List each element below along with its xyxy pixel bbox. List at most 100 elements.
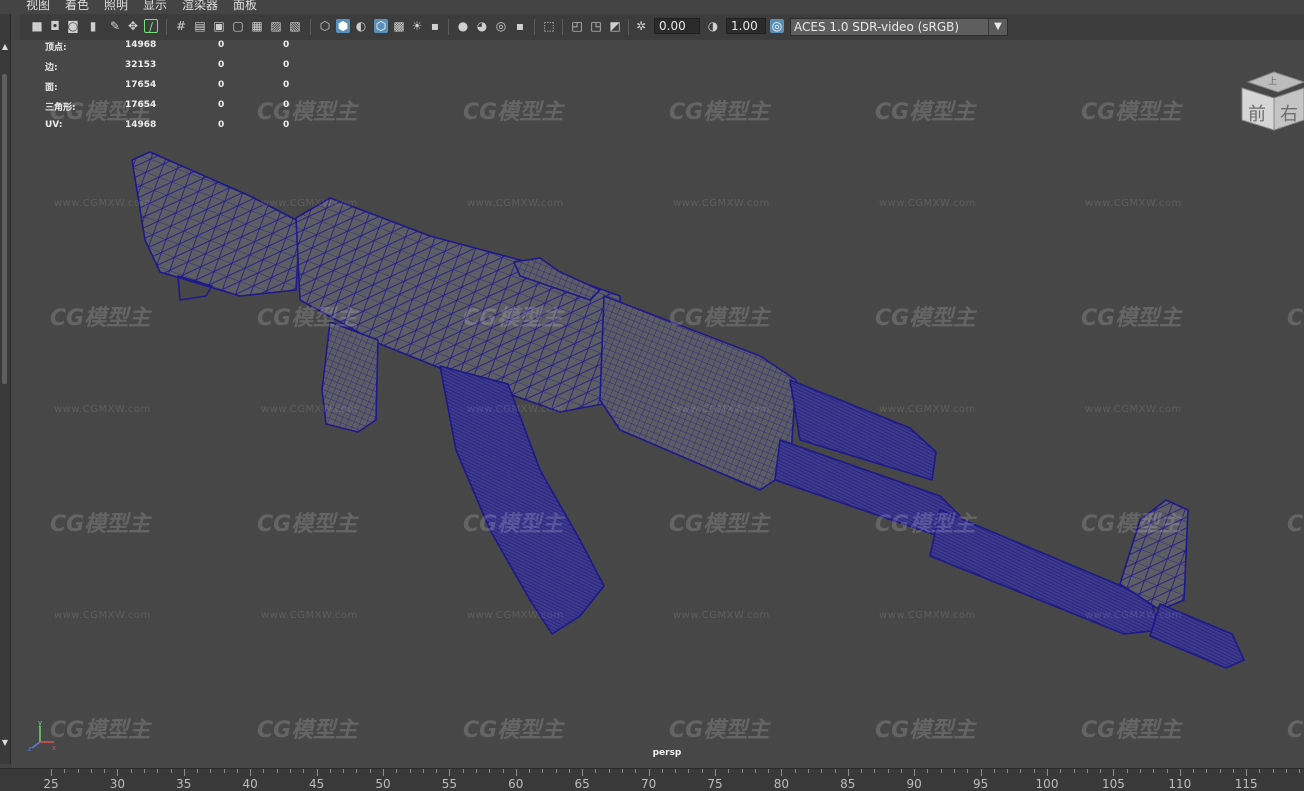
safe-action-icon[interactable]: ▨ bbox=[269, 19, 283, 33]
timeline-tick bbox=[1007, 769, 1009, 773]
timeline-tick bbox=[343, 769, 345, 773]
depth-of-field-icon[interactable]: ▪ bbox=[513, 19, 527, 33]
timeline-tick bbox=[1179, 769, 1181, 776]
grid-icon[interactable]: # bbox=[174, 19, 188, 33]
menu-show[interactable]: 显示 bbox=[143, 0, 167, 12]
hud-value: 0 bbox=[218, 60, 225, 70]
timeline-tick bbox=[781, 769, 783, 776]
timeline-tick bbox=[77, 769, 79, 773]
timeline-tick bbox=[436, 769, 438, 773]
color-space-dropdown[interactable]: ACES 1.0 SDR-video (sRGB) ▼ bbox=[790, 18, 1008, 36]
default-material-icon[interactable]: ◐ bbox=[354, 19, 368, 33]
wireframe-icon[interactable]: ⬡ bbox=[318, 19, 332, 33]
timeline-tick-label: 70 bbox=[640, 777, 657, 791]
axis-x-label: x bbox=[52, 744, 56, 752]
timeline-tick bbox=[927, 769, 929, 773]
exposure-icon[interactable]: ✲ bbox=[634, 19, 648, 33]
grease-pencil-icon[interactable]: ✎ bbox=[108, 19, 122, 33]
timeline-tick bbox=[1020, 769, 1022, 773]
timeline-tick bbox=[794, 769, 796, 773]
ak47-wireframe-model[interactable] bbox=[12, 40, 1304, 768]
safe-title-icon[interactable]: ▧ bbox=[288, 19, 302, 33]
timeline-tick bbox=[210, 769, 212, 773]
view-cube-icon[interactable]: 上 前 右 bbox=[1238, 68, 1304, 134]
anti-aliasing-icon[interactable]: ◎ bbox=[494, 19, 508, 33]
hud-value: 17654 bbox=[125, 80, 157, 90]
timeline-tick bbox=[422, 769, 424, 773]
xray-joints-icon[interactable]: ◳ bbox=[589, 19, 603, 33]
menu-renderer[interactable]: 渲染器 bbox=[182, 0, 218, 12]
motion-blur-icon[interactable]: ◕ bbox=[475, 19, 489, 33]
field-chart-icon[interactable]: ▦ bbox=[250, 19, 264, 33]
timeline-tick bbox=[263, 769, 265, 773]
hud-label: UV: bbox=[45, 120, 63, 130]
shadows-icon[interactable]: ▪ bbox=[428, 19, 442, 33]
hud-value: 0 bbox=[218, 120, 225, 130]
timeline-tick bbox=[741, 769, 743, 773]
timeline-tick-label: 30 bbox=[109, 777, 126, 791]
viewport-3d[interactable]: 顶点: 14968 0 0 边: 32153 0 0 面: 17654 0 0 三角形: 17654 0 0 U… bbox=[12, 40, 1304, 768]
scroll-up-icon[interactable]: ▲ bbox=[0, 42, 10, 51]
timeline-tick bbox=[104, 769, 106, 773]
time-slider[interactable]: 25 30 35 40 45 50 55 60 65 70 75 80 85 90 95 100 105 110 1… bbox=[0, 768, 1304, 791]
timeline-tick bbox=[130, 769, 132, 773]
hud-value: 0 bbox=[218, 80, 225, 90]
camera-select-icon[interactable]: ■ bbox=[30, 19, 44, 33]
film-gate-icon[interactable]: ▤ bbox=[193, 19, 207, 33]
hud-value: 14968 bbox=[125, 120, 157, 130]
bookmark-icon[interactable]: ◙ bbox=[66, 19, 80, 33]
timeline-tick bbox=[1299, 769, 1301, 773]
timeline-tick bbox=[595, 769, 597, 773]
gamma-icon[interactable]: ◑ bbox=[706, 19, 720, 33]
timeline-tick bbox=[688, 769, 690, 773]
wireframe-on-shaded-icon[interactable]: ⬡ bbox=[374, 19, 388, 33]
timeline-tick-label: 80 bbox=[773, 777, 790, 791]
hud-label: 面: bbox=[45, 83, 58, 93]
view-transform-icon[interactable]: ◎ bbox=[770, 19, 784, 33]
exposure-field[interactable] bbox=[654, 18, 700, 34]
2d-pan-zoom-icon[interactable]: ✥ bbox=[126, 19, 140, 33]
timeline-tick-label: 85 bbox=[840, 777, 856, 791]
timeline-tick bbox=[1166, 769, 1168, 773]
gamma-field[interactable] bbox=[726, 18, 766, 34]
lights-icon[interactable]: ☀ bbox=[410, 19, 424, 33]
timeline-tick bbox=[754, 769, 756, 773]
hud-value: 32153 bbox=[125, 60, 157, 70]
timeline-tick bbox=[834, 769, 836, 773]
xray-icon[interactable]: ◰ bbox=[570, 19, 584, 33]
timeline-tick-label: 45 bbox=[308, 777, 325, 791]
timeline-tick bbox=[383, 769, 384, 776]
timeline-tick-label: 40 bbox=[242, 777, 258, 791]
left-scrollbar[interactable]: ▲ ▼ bbox=[0, 14, 11, 764]
resolution-gate-icon[interactable]: ▣ bbox=[212, 19, 226, 33]
menu-view[interactable]: 视图 bbox=[26, 0, 50, 12]
hud-value: 0 bbox=[283, 60, 290, 70]
smooth-shade-icon[interactable]: ⬢ bbox=[336, 19, 350, 33]
timeline-tick bbox=[250, 769, 252, 776]
timeline-tick bbox=[90, 769, 92, 773]
chevron-down-icon[interactable]: ▼ bbox=[988, 19, 1007, 35]
backface-culling-icon[interactable]: ◩ bbox=[608, 19, 622, 33]
hud-label: 三角形: bbox=[45, 103, 76, 113]
camera-attributes-icon[interactable]: ◘ bbox=[48, 19, 62, 33]
image-plane-icon[interactable]: ▮ bbox=[86, 19, 100, 33]
menu-lighting[interactable]: 照明 bbox=[104, 0, 128, 12]
timeline-tick bbox=[157, 769, 159, 773]
timeline-tick-label: 55 bbox=[441, 777, 458, 791]
textured-icon[interactable]: ▩ bbox=[392, 19, 406, 33]
isolate-select-icon[interactable]: ⬚ bbox=[542, 19, 556, 33]
timeline-tick-label: 75 bbox=[707, 777, 723, 791]
timeline-tick bbox=[582, 769, 584, 776]
timeline-tick bbox=[1047, 769, 1048, 776]
menu-shading[interactable]: 着色 bbox=[65, 0, 89, 12]
viewcube-front-label: 前 bbox=[1248, 104, 1266, 125]
timeline-tick bbox=[1259, 769, 1261, 773]
selection-highlight-icon[interactable]: / bbox=[144, 19, 158, 34]
gate-mask-icon[interactable]: ▢ bbox=[231, 19, 245, 33]
menu-panels[interactable]: 面板 bbox=[233, 0, 257, 12]
screen-space-ao-icon[interactable]: ● bbox=[456, 19, 470, 33]
timeline-tick bbox=[1232, 769, 1234, 773]
timeline-tick bbox=[475, 769, 477, 773]
scroll-thumb[interactable] bbox=[2, 74, 7, 384]
scroll-down-icon[interactable]: ▼ bbox=[0, 738, 10, 747]
